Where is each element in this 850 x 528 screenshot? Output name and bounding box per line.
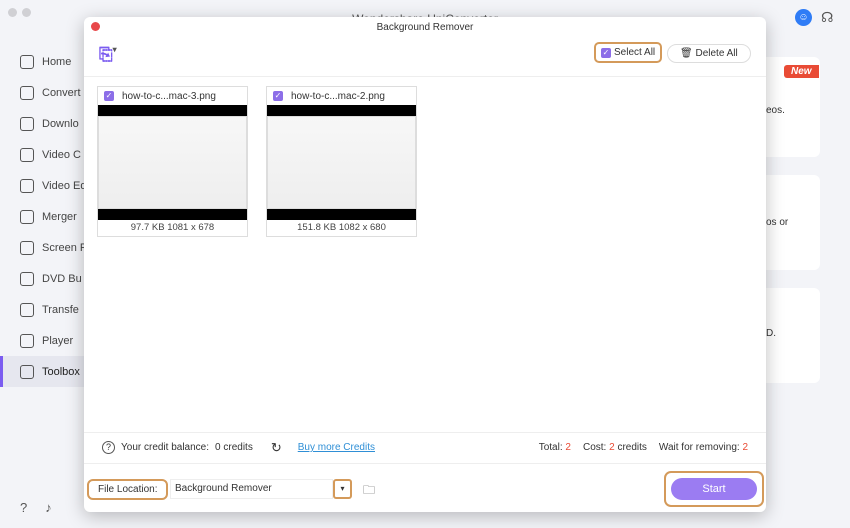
chevron-down-icon[interactable]: ▾ xyxy=(333,479,352,499)
file-checkbox[interactable]: ✓ xyxy=(104,91,114,101)
video-edit-icon xyxy=(20,178,34,193)
chevron-down-icon: ▾ xyxy=(112,45,117,54)
file-meta: 97.7 KB 1081 x 678 xyxy=(130,222,215,233)
file-thumbnail xyxy=(267,105,416,220)
dialog-footer: File Location: Background Remover ▾ 🗀 St… xyxy=(84,463,766,512)
card-text: D. xyxy=(766,328,776,339)
sidebar-label: Downlo xyxy=(42,117,79,130)
bottom-icons: ? ♪ xyxy=(20,500,52,515)
delete-all-button[interactable]: 🗑 Delete All xyxy=(667,44,751,63)
select-all-label: Select All xyxy=(614,47,656,58)
sidebar-item-home[interactable]: Home xyxy=(0,46,90,77)
sidebar-item-video-editor[interactable]: Video Ed xyxy=(0,170,90,201)
cost-stat: Cost: 2 credits xyxy=(582,442,647,453)
add-file-button[interactable]: ⎘▾ xyxy=(99,45,117,65)
select-all-checkbox[interactable]: ✓ Select All xyxy=(594,42,663,63)
background-remover-dialog: Background Remover ⎘▾ ✓ Select All 🗑 Dele… xyxy=(84,17,766,512)
sidebar-item-download[interactable]: Downlo xyxy=(0,108,90,139)
help-icon[interactable]: ? xyxy=(20,500,27,515)
checkbox-icon: ✓ xyxy=(601,47,611,58)
feature-card[interactable]: os or xyxy=(766,175,820,270)
sidebar-item-player[interactable]: Player xyxy=(0,325,90,356)
sidebar-label: Transfe xyxy=(42,303,79,316)
card-text: eos. xyxy=(766,105,785,116)
dvd-icon xyxy=(20,271,34,286)
headset-icon[interactable]: ☊ xyxy=(821,9,833,26)
sidebar-label: Convert xyxy=(42,86,81,99)
sidebar-item-merger[interactable]: Merger xyxy=(0,201,90,232)
sidebar: Home Convert Downlo Video C Video Ed Mer… xyxy=(0,46,90,387)
file-name: how-to-c...mac-2.png xyxy=(291,90,385,102)
toolbox-icon xyxy=(20,364,34,379)
close-button[interactable] xyxy=(91,22,100,31)
file-checkbox[interactable]: ✓ xyxy=(273,91,283,101)
sidebar-label: Player xyxy=(42,334,74,347)
sidebar-item-toolbox[interactable]: Toolbox xyxy=(0,356,90,387)
card-text: os or xyxy=(766,217,789,228)
sidebar-item-transfer[interactable]: Transfe xyxy=(0,294,90,325)
file-thumbnail xyxy=(98,105,247,220)
transfer-icon xyxy=(20,302,34,317)
buy-credits-link[interactable]: Buy more Credits xyxy=(298,442,375,453)
sidebar-label: Merger xyxy=(42,210,77,223)
file-meta: 151.8 KB 1082 x 680 xyxy=(297,222,386,233)
help-icon[interactable]: ? xyxy=(102,441,115,454)
dialog-title: Background Remover xyxy=(376,22,474,33)
sidebar-item-video-compressor[interactable]: Video C xyxy=(0,139,90,170)
delete-all-label: Delete All xyxy=(695,48,738,59)
sidebar-label: Screen R xyxy=(42,241,88,254)
feature-card[interactable]: D. xyxy=(766,288,820,383)
file-item[interactable]: ✓ how-to-c...mac-2.png 151.8 KB 1082 x 68… xyxy=(266,86,417,237)
sidebar-item-convert[interactable]: Convert xyxy=(0,77,90,108)
sidebar-label: Video Ed xyxy=(42,179,87,192)
bell-icon[interactable]: ♪ xyxy=(45,500,52,515)
credit-label: Your credit balance: xyxy=(121,442,210,453)
convert-icon xyxy=(20,85,34,100)
sidebar-label: DVD Bu xyxy=(42,272,82,285)
video-compress-icon xyxy=(20,147,34,162)
file-location-select[interactable]: Background Remover xyxy=(170,479,333,499)
file-name: how-to-c...mac-3.png xyxy=(122,90,216,102)
add-file-icon: ⎘ xyxy=(99,45,113,64)
sidebar-label: Video C xyxy=(42,148,81,161)
wait-stat: Wait for removing: 2 xyxy=(658,442,748,453)
new-badge: New xyxy=(784,65,819,78)
start-button-wrap: Start xyxy=(664,471,764,507)
file-item[interactable]: ✓ how-to-c...mac-3.png 97.7 KB 1081 x 678 xyxy=(97,86,248,237)
sidebar-item-dvd-burner[interactable]: DVD Bu xyxy=(0,263,90,294)
player-icon xyxy=(20,333,34,348)
home-icon xyxy=(20,54,34,69)
file-location-label: File Location: xyxy=(87,479,169,500)
screen-record-icon xyxy=(20,240,34,255)
user-avatar-icon[interactable]: ☺ xyxy=(795,9,812,26)
credit-bar: ? Your credit balance: 0 credits ↻ Buy m… xyxy=(84,432,766,462)
trash-icon: 🗑 xyxy=(680,48,693,59)
credit-value: 0 credits xyxy=(215,442,253,453)
sidebar-item-screen-recorder[interactable]: Screen R xyxy=(0,232,90,263)
sidebar-label: Home xyxy=(42,55,72,68)
folder-icon[interactable]: 🗀 xyxy=(363,481,375,502)
refresh-icon[interactable]: ↻ xyxy=(271,440,282,456)
merger-icon xyxy=(20,209,34,224)
start-button[interactable]: Start xyxy=(671,478,757,500)
sidebar-label: Toolbox xyxy=(42,365,80,378)
dialog-toolbar: ⎘▾ ✓ Select All 🗑 Delete All xyxy=(84,39,766,77)
total-stat: Total: 2 xyxy=(538,442,571,453)
download-icon xyxy=(20,116,34,131)
